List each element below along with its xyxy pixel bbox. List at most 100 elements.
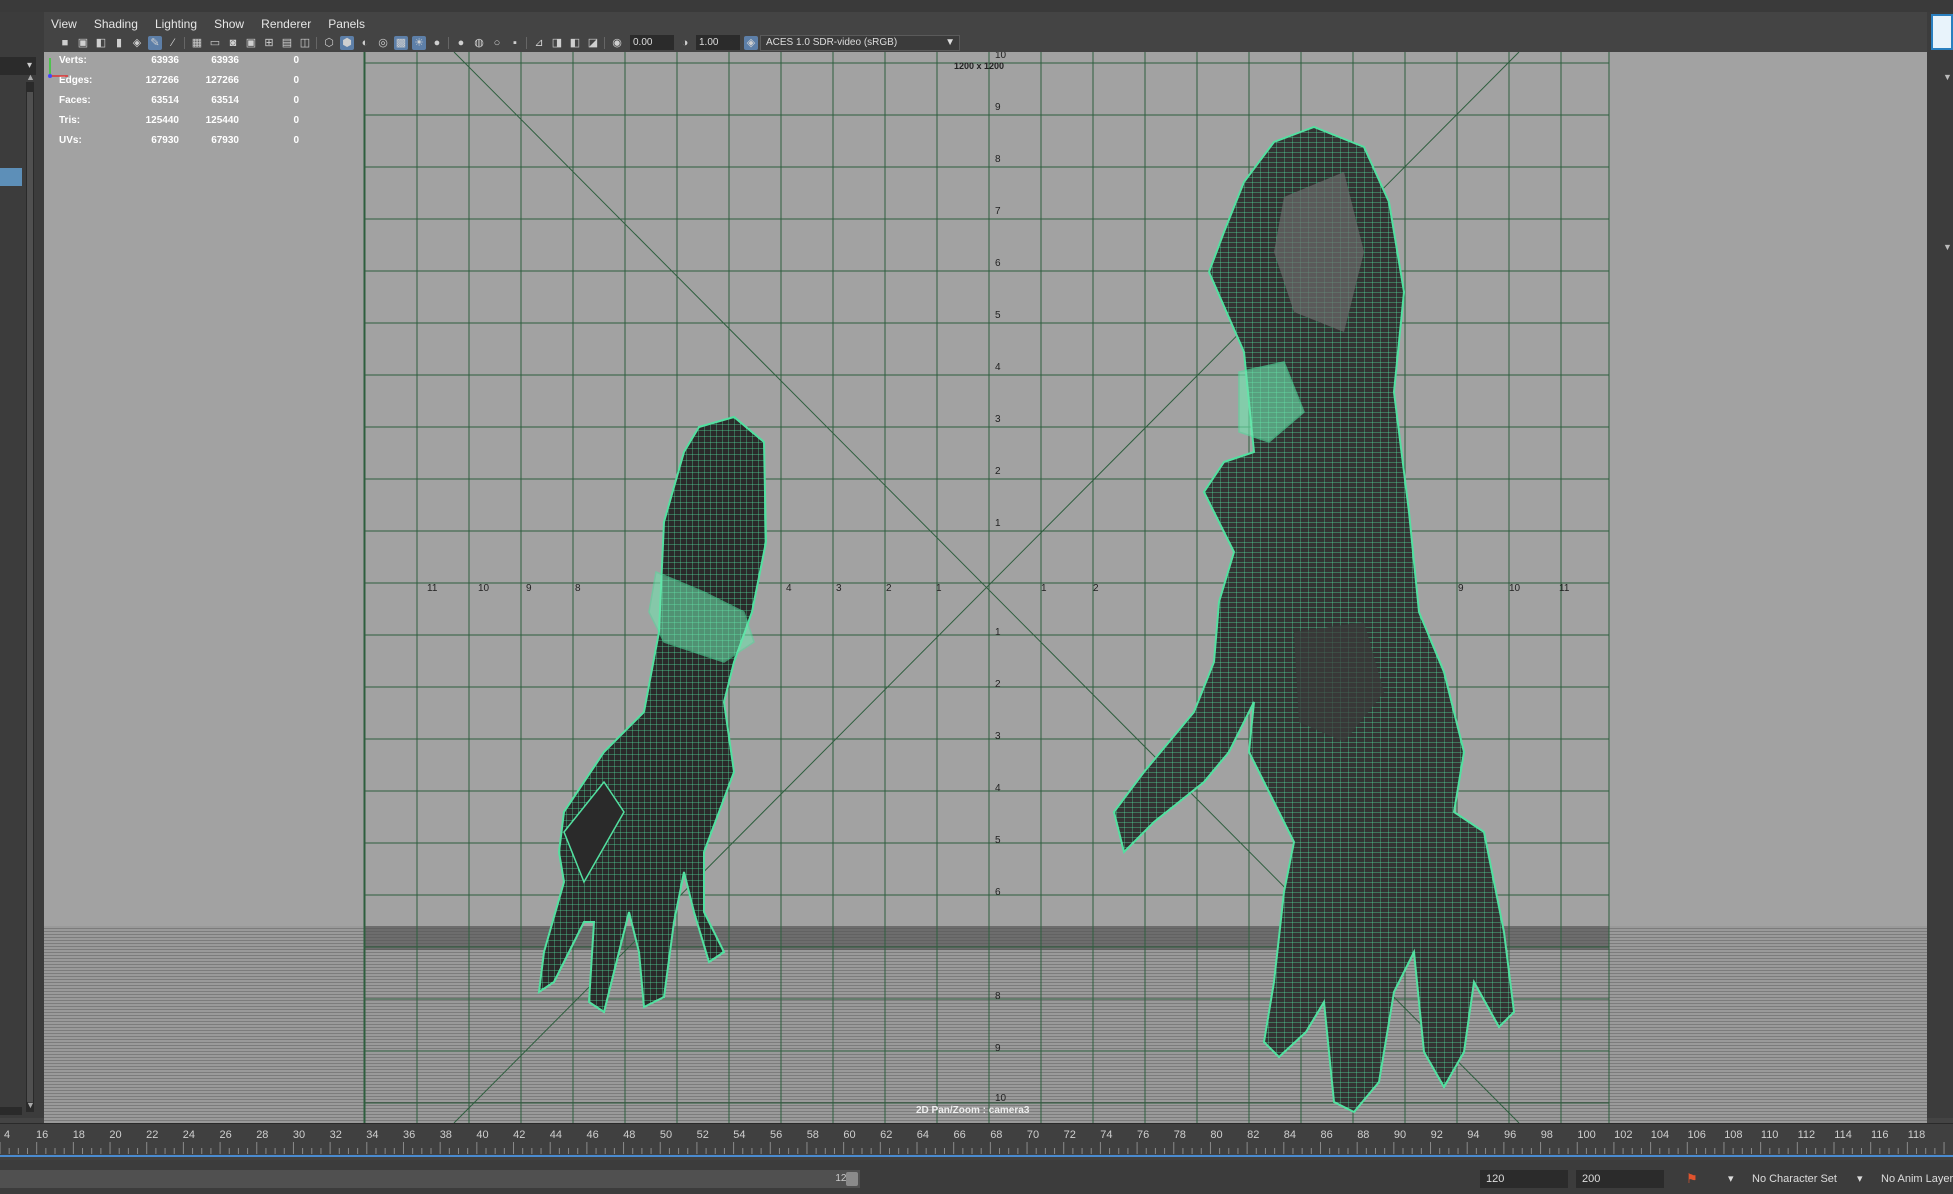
safe-title-icon[interactable]: ◫ (298, 36, 312, 50)
wireframe-on-shaded-icon[interactable]: ◎ (376, 36, 390, 50)
right-panel: ▼ ▼ (1927, 12, 1953, 1118)
frame-label: 62 (880, 1129, 892, 1141)
left-panel-selected-item[interactable] (0, 168, 22, 186)
grid-x-label: 10 (478, 583, 490, 594)
grid-icon[interactable]: ▦ (190, 36, 204, 50)
frame-label: 92 (1431, 1129, 1443, 1141)
frame-label: 84 (1284, 1129, 1296, 1141)
2d-pan-zoom-icon[interactable]: ◈ (130, 36, 144, 50)
gamma-field[interactable]: 1.00 (696, 35, 740, 50)
multisample-aa-icon[interactable]: ○ (490, 36, 504, 50)
expand-arrow-icon[interactable]: ▼ (1943, 242, 1952, 252)
hud-value: 0 (293, 55, 299, 66)
frame-label: 88 (1357, 1129, 1369, 1141)
animation-end-field[interactable]: 200 (1576, 1170, 1664, 1188)
hud-value: 125440 (145, 115, 179, 126)
isolate-select-icon[interactable]: ⊿ (532, 36, 546, 50)
left-panel-scrollbar[interactable] (26, 82, 34, 1112)
exposure-field[interactable]: 0.00 (630, 35, 674, 50)
color-management-icon[interactable]: ◈ (744, 36, 758, 50)
resolution-gate-icon[interactable]: ◙ (226, 36, 240, 50)
menu-view[interactable]: View (51, 12, 77, 36)
hud-value: 63936 (211, 55, 239, 66)
grid-x-label: 11 (427, 583, 438, 594)
frame-label: 44 (550, 1129, 562, 1141)
wireframe-icon[interactable]: ⬡ (322, 36, 336, 50)
grid-x-label: 10 (1509, 583, 1521, 594)
frame-label: 104 (1651, 1129, 1669, 1141)
view-transform-select[interactable]: ACES 1.0 SDR-video (sRGB) ▼ (760, 35, 960, 51)
grid-y-label: 1 (995, 518, 1001, 529)
range-slider-handle[interactable] (846, 1172, 858, 1186)
frame-label: 36 (403, 1129, 415, 1141)
hud-row-tris: Tris: 125440 125440 0 (59, 115, 319, 129)
ambient-occlusion-icon[interactable]: ● (454, 36, 468, 50)
grid-x-label: 9 (526, 583, 532, 594)
viewport[interactable]: 11 10 9 8 4 3 2 1 1 2 9 10 11 10 9 8 7 6 5 4 3 2 1 1 2 3 4 5 6 8 9 10 V… (44, 52, 1927, 1123)
grid-y-label: 5 (995, 310, 1001, 321)
app-logo-icon[interactable] (1931, 14, 1953, 50)
grid-y-label: 10 (995, 1093, 1007, 1104)
frame-label: 72 (1064, 1129, 1076, 1141)
grid-y-label: 9 (995, 1043, 1001, 1054)
field-chart-icon[interactable]: ⊞ (262, 36, 276, 50)
left-panel-hscroll[interactable] (0, 1107, 22, 1115)
range-slider[interactable] (0, 1170, 860, 1188)
menu-show[interactable]: Show (214, 12, 244, 36)
menu-panels[interactable]: Panels (328, 12, 365, 36)
image-plane-icon[interactable]: ▮ (112, 36, 126, 50)
motion-blur-icon[interactable]: ◍ (472, 36, 486, 50)
scroll-up-icon[interactable]: ▲ (26, 72, 35, 82)
character-set-label[interactable]: No Character Set (1752, 1170, 1837, 1188)
grid-y-label: 2 (995, 466, 1001, 477)
xray-icon[interactable]: ◨ (550, 36, 564, 50)
scroll-down-icon[interactable]: ▼ (26, 1100, 35, 1110)
toolbar-separator (184, 37, 185, 49)
shadows-icon[interactable]: ● (430, 36, 444, 50)
hud-value: 0 (293, 75, 299, 86)
frame-label: 82 (1247, 1129, 1259, 1141)
gate-mask-icon[interactable]: ▣ (244, 36, 258, 50)
lock-camera-icon[interactable]: ▣ (76, 36, 90, 50)
chevron-down-icon[interactable]: ▾ (1857, 1170, 1863, 1188)
gamma-icon[interactable]: ◑ (678, 36, 692, 50)
brush-icon[interactable]: ⁄ (166, 36, 180, 50)
menu-lighting[interactable]: Lighting (155, 12, 197, 36)
menu-renderer[interactable]: Renderer (261, 12, 311, 36)
frame-label: 54 (733, 1129, 745, 1141)
exposure-icon[interactable]: ◉ (610, 36, 624, 50)
toolbar-separator (448, 37, 449, 49)
textured-icon[interactable]: ▩ (394, 36, 408, 50)
camera-icon[interactable]: ■ (58, 36, 72, 50)
grid-y-label: 7 (995, 206, 1001, 217)
chevron-down-icon[interactable]: ▾ (1728, 1170, 1734, 1188)
depth-of-field-icon[interactable]: ▪ (508, 36, 522, 50)
grease-pencil-icon[interactable]: ✎ (148, 36, 162, 50)
range-slider-bar: 120 120 200 ⚑ ▾ No Character Set ▾ No An… (0, 1160, 1953, 1194)
auto-key-icon[interactable]: ⚑ (1686, 1172, 1700, 1186)
time-slider[interactable]: 4 16 18 20 22 24 26 28 30 32 34 36 38 40 42 44 46 48 50 52 5… (0, 1123, 1953, 1160)
bookmark-icon[interactable]: ◧ (94, 36, 108, 50)
scrollbar-thumb[interactable] (27, 92, 33, 1102)
playback-end-field[interactable]: 120 (1480, 1170, 1568, 1188)
xray-components-icon[interactable]: ◪ (586, 36, 600, 50)
smooth-shade-icon[interactable]: ⬢ (340, 36, 354, 50)
time-slider-range-line (0, 1155, 1953, 1157)
frame-label: 90 (1394, 1129, 1406, 1141)
frame-label: 114 (1834, 1129, 1852, 1141)
toolbar-separator (604, 37, 605, 49)
hud-value: 63514 (211, 95, 239, 106)
safe-action-icon[interactable]: ▤ (280, 36, 294, 50)
menu-shading[interactable]: Shading (94, 12, 138, 36)
frame-label: 80 (1210, 1129, 1222, 1141)
anim-layer-label[interactable]: No Anim Layer (1881, 1170, 1953, 1188)
grid-y-label: 8 (995, 991, 1001, 1002)
frame-label: 4 (4, 1129, 10, 1141)
frame-label: 60 (843, 1129, 855, 1141)
default-material-icon[interactable]: ◐ (358, 36, 372, 50)
xray-joints-icon[interactable]: ◧ (568, 36, 582, 50)
film-gate-icon[interactable]: ▭ (208, 36, 222, 50)
use-all-lights-icon[interactable]: ☀ (412, 36, 426, 50)
expand-arrow-icon[interactable]: ▼ (1943, 72, 1952, 82)
grid-y-label: 5 (995, 835, 1001, 846)
